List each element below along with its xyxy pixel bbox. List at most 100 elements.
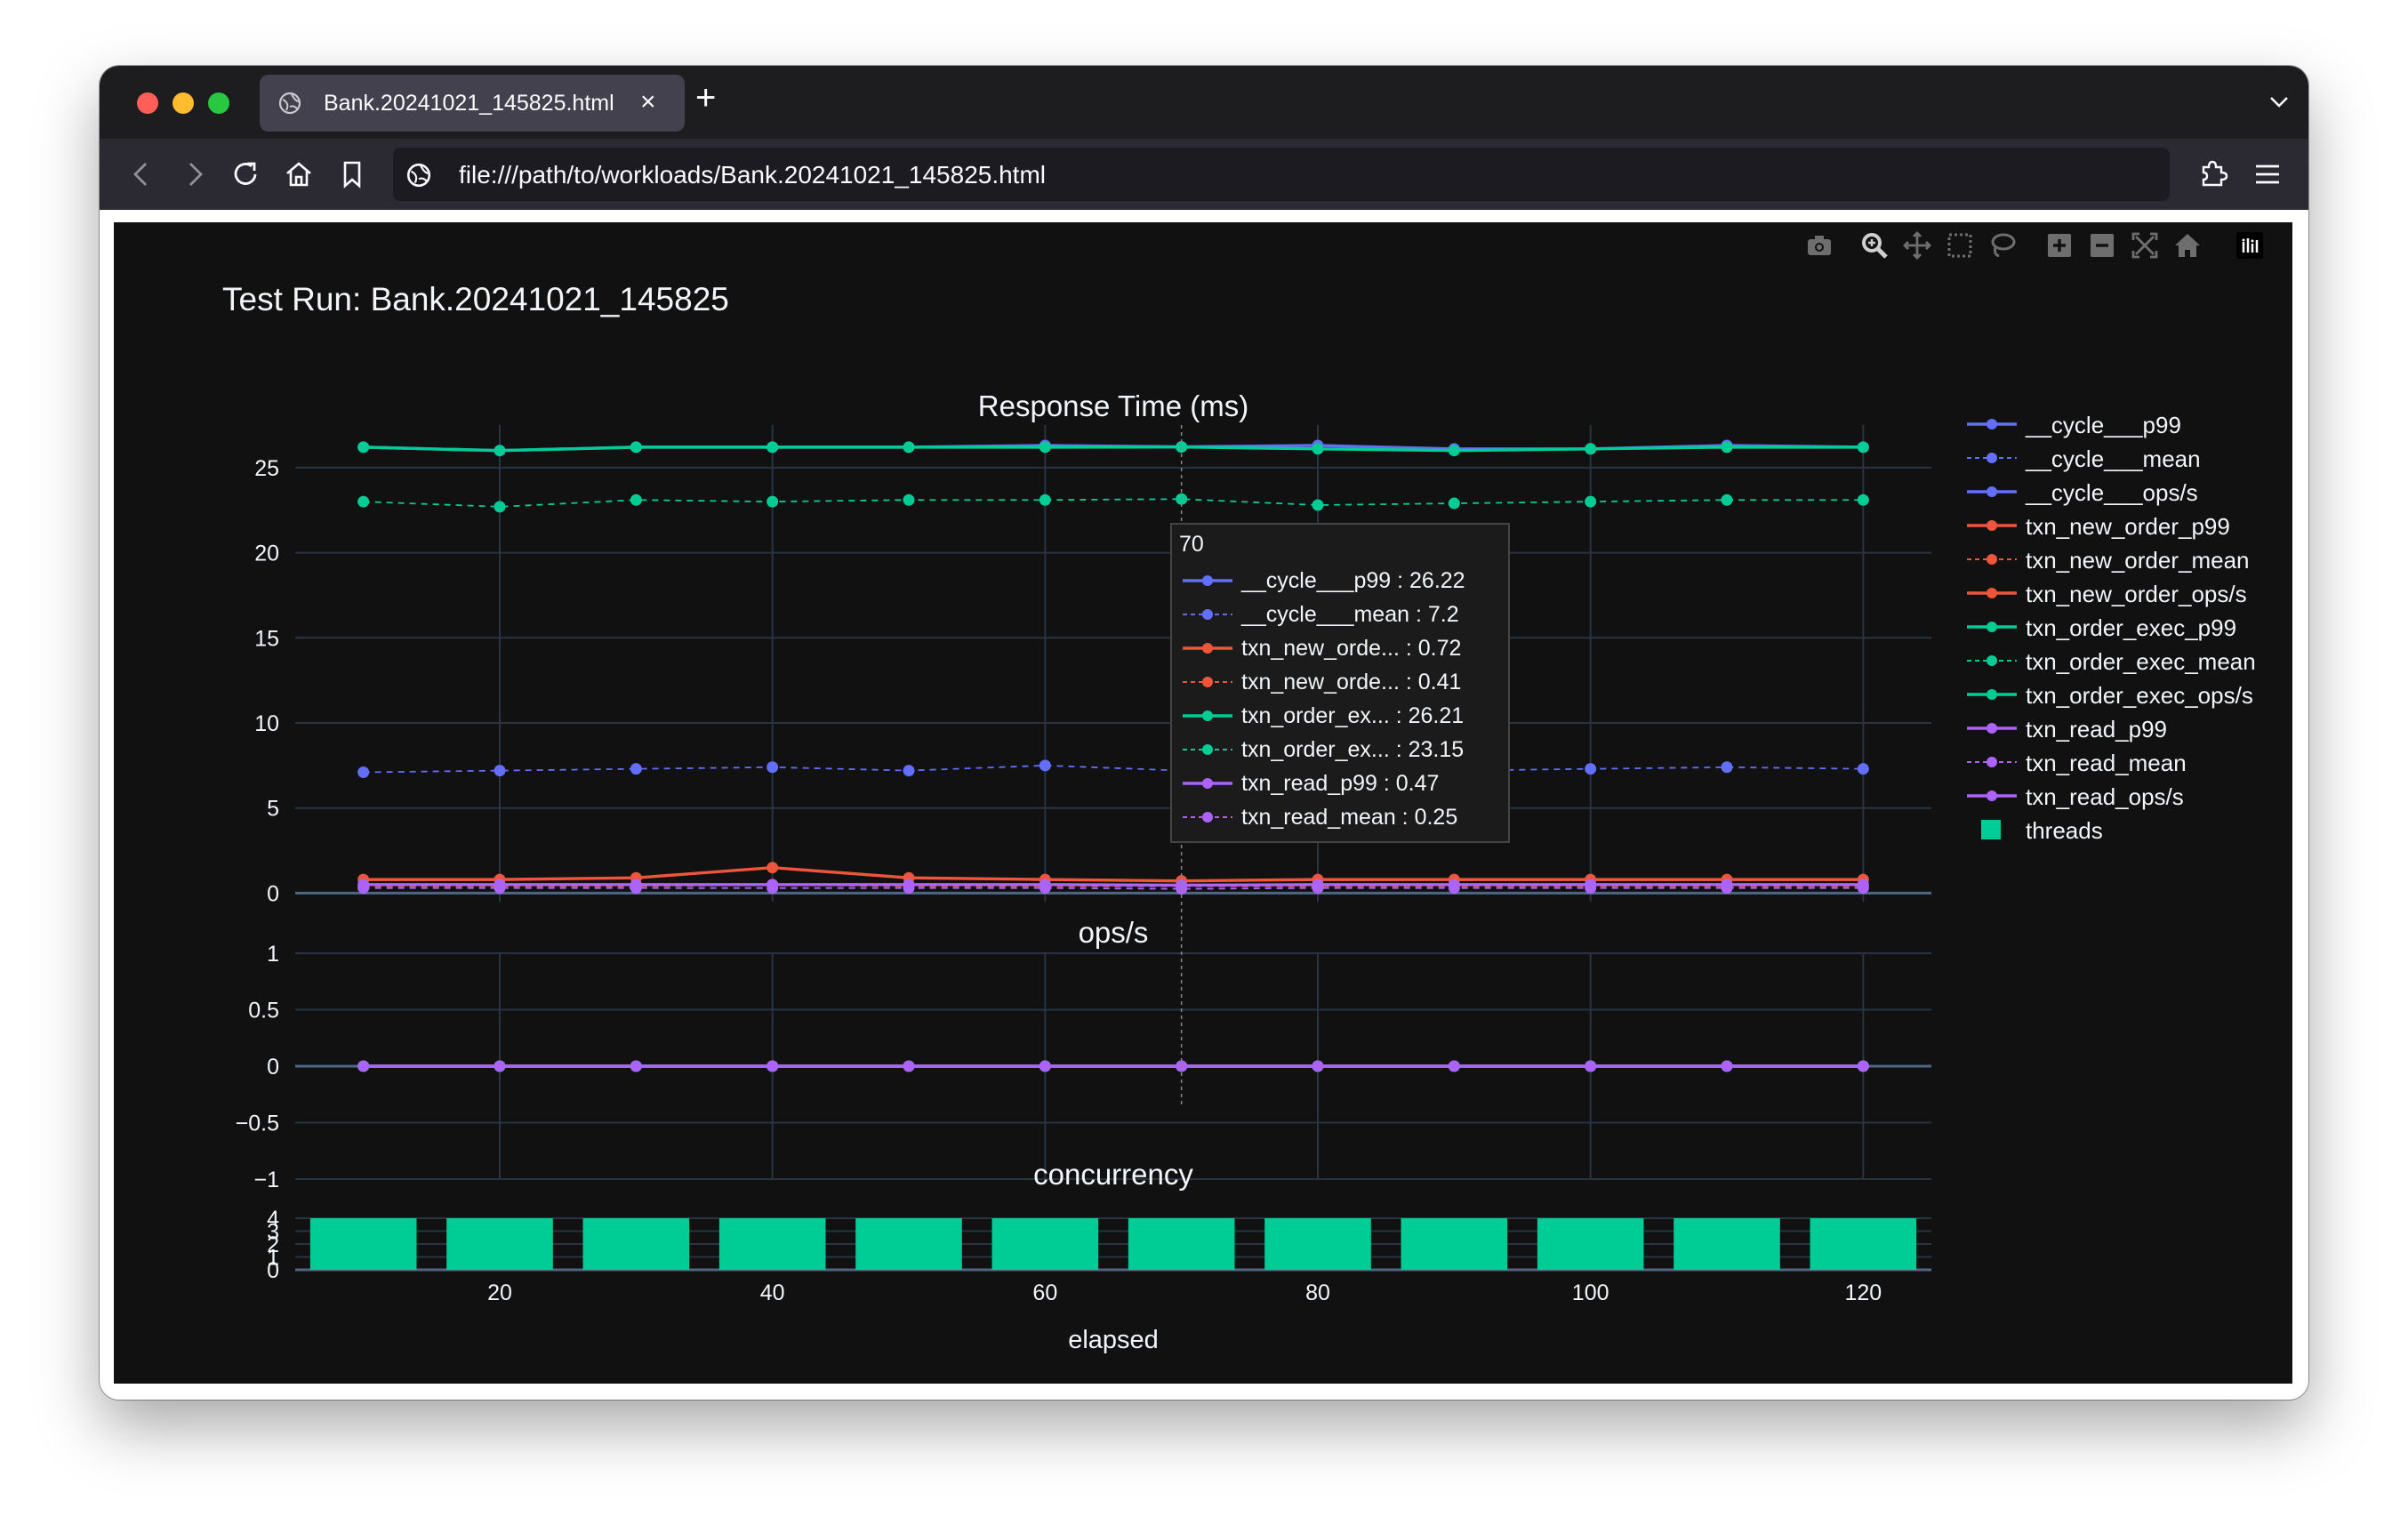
subplot-title: concurrency [1033, 1158, 1193, 1191]
tooltip-swatch [1183, 744, 1232, 755]
minimize-window-button[interactable] [173, 92, 194, 114]
data-point [357, 495, 370, 508]
legend-item[interactable]: threads [1965, 813, 2303, 847]
tooltip-row: txn_read_mean : 0.25 [1179, 800, 1499, 834]
browser-tab[interactable]: Bank.20241021_145825.html × [260, 75, 685, 132]
data-point [1857, 882, 1869, 895]
data-point [767, 882, 779, 895]
reload-icon[interactable] [229, 158, 261, 190]
legend-swatch [1967, 757, 2017, 767]
x-axis-title: elapsed [1068, 1326, 1159, 1354]
tooltip-swatch [1183, 609, 1232, 620]
legend-label: txn_new_order_ops/s [2026, 581, 2247, 607]
legend-label: txn_order_exec_mean [2026, 648, 2256, 675]
data-point [1312, 882, 1324, 895]
legend-swatch [1967, 554, 2017, 565]
data-point [494, 1060, 506, 1072]
tab-bar: Bank.20241021_145825.html × + [100, 66, 2308, 139]
data-point [1857, 1060, 1869, 1072]
y-tick-label: 0.5 [248, 999, 279, 1023]
series-line [363, 883, 1864, 887]
chevron-down-icon[interactable] [2268, 91, 2291, 114]
legend-swatch [1967, 486, 2017, 497]
data-point [767, 862, 779, 874]
data-point [1721, 761, 1733, 774]
legend-item[interactable]: txn_read_ops/s [1965, 779, 2303, 813]
browser-window: Bank.20241021_145825.html × + file:///pa… [100, 66, 2308, 1400]
tooltip-swatch [1183, 677, 1232, 687]
data-point [494, 445, 506, 457]
tooltip-header: 70 [1179, 532, 1204, 557]
legend-label: __cycle___p99 [2026, 412, 2181, 438]
tooltip-text: txn_order_ex... : 26.21 [1241, 703, 1465, 728]
menu-icon[interactable] [2251, 158, 2284, 190]
tooltip-text: txn_read_p99 : 0.47 [1241, 771, 1440, 796]
tooltip-text: txn_order_ex... : 23.15 [1241, 737, 1465, 762]
data-point [1039, 759, 1051, 772]
legend-item[interactable]: txn_order_exec_ops/s [1965, 678, 2303, 711]
data-point [903, 1060, 915, 1072]
data-point [357, 766, 370, 779]
legend-swatch [1967, 622, 2017, 632]
y-tick-label: 5 [267, 797, 279, 822]
home-icon[interactable] [283, 158, 315, 190]
x-tick-label: 100 [1572, 1280, 1609, 1305]
legend-item[interactable]: txn_read_mean [1965, 745, 2303, 779]
legend-swatch [1967, 588, 2017, 598]
x-tick-label: 20 [487, 1280, 512, 1305]
data-point [630, 1060, 642, 1072]
data-point [494, 882, 506, 895]
extensions-icon[interactable] [2198, 158, 2230, 190]
data-point [903, 882, 915, 895]
x-tick-label: 40 [760, 1280, 785, 1305]
legend-item[interactable]: txn_new_order_ops/s [1965, 576, 2303, 610]
page-content: Test Run: Bank.20241021_145825 0 5 10 15 20 2… [100, 210, 2308, 1400]
tooltip-swatch [1183, 812, 1232, 823]
tooltip-row: txn_new_orde... : 0.72 [1179, 631, 1499, 665]
globe-icon [278, 92, 301, 115]
data-point [1039, 1060, 1051, 1072]
legend-item[interactable]: __cycle___mean [1965, 441, 2303, 475]
data-point [1448, 882, 1460, 895]
nav-toolbar: file:///path/to/workloads/Bank.20241021_… [100, 139, 2308, 210]
legend-item[interactable]: txn_new_order_p99 [1965, 509, 2303, 542]
tab-close-button[interactable]: × [640, 89, 656, 116]
forward-icon[interactable] [178, 158, 210, 190]
data-point [1721, 882, 1733, 895]
legend-item[interactable]: __cycle___p99 [1965, 407, 2303, 441]
legend-swatch [1967, 689, 2017, 700]
data-point [1585, 495, 1597, 508]
subplot-title: Response Time (ms) [978, 389, 1248, 422]
series-line [363, 498, 1864, 508]
legend-item[interactable]: txn_order_exec_mean [1965, 644, 2303, 678]
tooltip-row: txn_order_ex... : 26.21 [1179, 699, 1499, 733]
plotly-figure[interactable]: Test Run: Bank.20241021_145825 0 5 10 15 20 2… [114, 222, 2292, 1384]
bookmark-icon[interactable] [336, 158, 368, 190]
bar [1401, 1218, 1508, 1270]
tooltip-text: txn_new_orde... : 0.72 [1241, 636, 1462, 661]
back-icon[interactable] [126, 158, 158, 190]
subplot-title: ops/s [1079, 916, 1149, 949]
data-point [767, 495, 779, 508]
close-window-button[interactable] [137, 92, 158, 114]
legend-item[interactable]: txn_order_exec_p99 [1965, 610, 2303, 644]
legend-item[interactable]: txn_new_order_mean [1965, 542, 2303, 576]
y-tick-label: 15 [254, 626, 279, 651]
legend-swatch [1967, 723, 2017, 734]
data-point [357, 882, 370, 895]
legend-item[interactable]: txn_read_p99 [1965, 711, 2303, 745]
new-tab-button[interactable]: + [695, 80, 716, 116]
legend-item[interactable]: __cycle___ops/s [1965, 475, 2303, 509]
url-text: file:///path/to/workloads/Bank.20241021_… [459, 161, 1047, 189]
series-line [363, 764, 1864, 774]
address-bar[interactable]: file:///path/to/workloads/Bank.20241021_… [393, 148, 2170, 201]
data-point [1039, 882, 1051, 895]
y-tick-label: −1 [253, 1168, 279, 1192]
tooltip-row: txn_new_orde... : 0.41 [1179, 665, 1499, 699]
bar [1810, 1218, 1917, 1270]
data-point [357, 441, 370, 453]
site-info-icon[interactable] [405, 162, 432, 189]
maximize-window-button[interactable] [208, 92, 229, 114]
tooltip-text: txn_new_orde... : 0.41 [1241, 670, 1462, 694]
y-tick-label: 10 [254, 711, 279, 736]
